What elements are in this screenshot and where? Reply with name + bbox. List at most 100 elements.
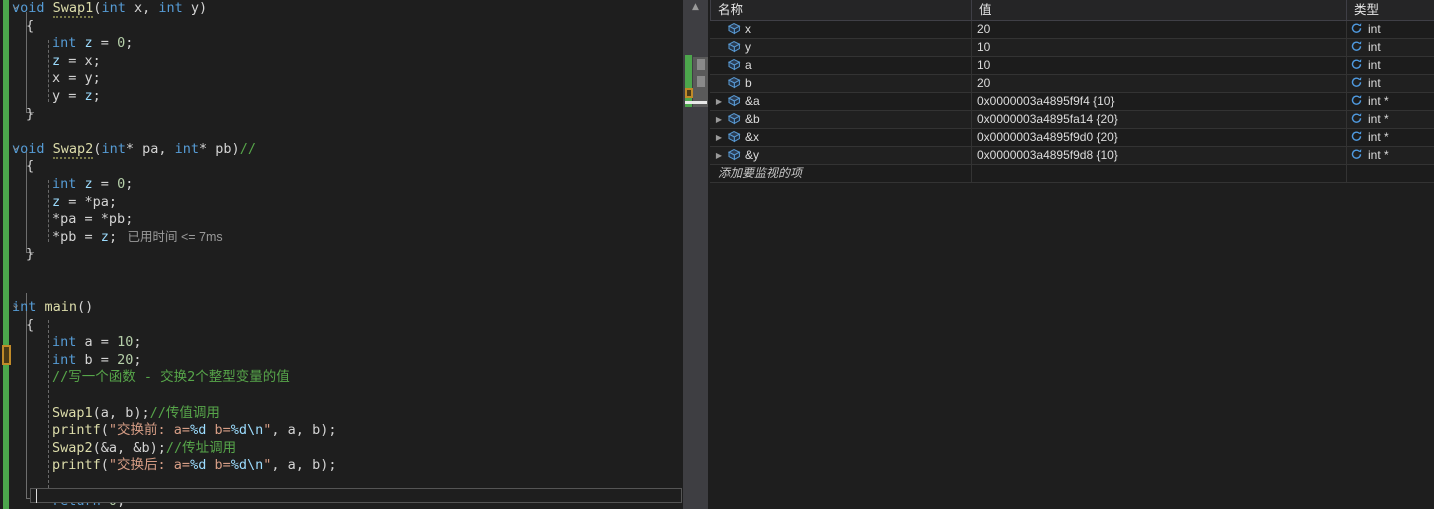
watch-row-value-cell[interactable]: 10 <box>972 39 1347 56</box>
refresh-icon[interactable] <box>1349 76 1365 89</box>
code-token: int <box>101 140 126 157</box>
watch-row[interactable]: ▶ &x 0x0000003a4895f9d0 {20} int * <box>710 129 1434 147</box>
code-token: ; <box>133 334 142 351</box>
watch-row[interactable]: ▶y10 int <box>710 39 1434 57</box>
watch-row-value-cell[interactable]: 20 <box>972 21 1347 38</box>
code-text[interactable]: ⌄ void Swap1(int x, int y){int z = 0; z = … <box>0 0 690 509</box>
refresh-icon[interactable] <box>1349 130 1365 143</box>
code-token: } <box>26 246 35 263</box>
column-header-type[interactable]: 类型 <box>1347 0 1433 20</box>
add-watch-row[interactable]: 添加要监视的项 <box>710 165 1434 183</box>
watch-row-value-cell[interactable]: 0x0000003a4895f9d8 {10} <box>972 147 1347 164</box>
scrollbar-grip-lower <box>697 76 705 87</box>
code-token: ( <box>100 457 109 474</box>
watch-row[interactable]: ▶a10 int <box>710 57 1434 75</box>
refresh-icon[interactable] <box>1349 94 1365 107</box>
refresh-icon[interactable] <box>1349 22 1365 35</box>
watch-row-name-cell[interactable]: ▶a <box>710 57 972 74</box>
collapse-chevron-icon[interactable]: ⌄ <box>11 0 22 12</box>
code-token: int <box>52 35 77 52</box>
code-line[interactable]: Swap1(a, b);//传值调用 <box>0 405 690 423</box>
watch-row-value-cell[interactable]: 0x0000003a4895fa14 {20} <box>972 111 1347 128</box>
code-line[interactable]: *pb = z; 已用时间 <= 7ms <box>0 229 690 247</box>
expand-arrow-icon[interactable]: ▶ <box>712 147 726 164</box>
code-token: ; <box>108 193 118 210</box>
code-line[interactable]: { <box>0 158 690 176</box>
code-line[interactable]: z = x; <box>0 53 690 71</box>
code-line[interactable]: } <box>0 246 690 264</box>
code-token: pa <box>60 211 77 228</box>
code-token: ); <box>133 404 150 421</box>
column-header-name[interactable]: 名称 <box>710 0 972 20</box>
watch-row-name-cell[interactable]: ▶ &y <box>710 147 972 164</box>
add-watch-value-cell[interactable] <box>972 165 1347 182</box>
code-token: z <box>84 35 93 52</box>
code-line[interactable]: ⌄ void Swap1(int x, int y) <box>0 0 690 18</box>
code-line[interactable]: y = z; <box>0 88 690 106</box>
watch-row-value-cell[interactable]: 20 <box>972 75 1347 92</box>
refresh-icon[interactable] <box>1349 58 1365 71</box>
expand-arrow-icon[interactable]: ▶ <box>712 129 726 146</box>
expand-arrow-icon[interactable]: ▶ <box>712 111 726 128</box>
code-line[interactable]: printf("交换前: a=%d b=%d\n", a, b); <box>0 422 690 440</box>
code-token: (& <box>92 439 109 456</box>
watch-row-type-cell: int <box>1347 21 1433 38</box>
code-line[interactable]: *pa = *pb; <box>0 211 690 229</box>
code-token: Swap1 <box>52 404 93 421</box>
watch-row-name-cell[interactable]: ▶y <box>710 39 972 56</box>
watch-row-name-cell[interactable]: ▶ &b <box>710 111 972 128</box>
watch-row[interactable]: ▶ &a 0x0000003a4895f9f4 {10} int * <box>710 93 1434 111</box>
watch-row-name-cell[interactable]: ▶ &a <box>710 93 972 110</box>
watch-row-name-cell[interactable]: ▶ &x <box>710 129 972 146</box>
code-line[interactable]: { <box>0 18 690 36</box>
code-token: ; <box>125 211 134 228</box>
watch-row[interactable]: ▶ &b 0x0000003a4895fa14 {20} int * <box>710 111 1434 129</box>
code-token: * <box>125 140 143 157</box>
collapse-chevron-icon[interactable]: ⌄ <box>11 298 22 311</box>
code-line[interactable] <box>0 264 690 282</box>
code-line[interactable]: int z = 0; <box>0 176 690 194</box>
editor-vertical-scrollbar[interactable]: ▲ <box>683 0 708 509</box>
collapse-chevron-icon[interactable]: ⌄ <box>11 140 22 153</box>
code-line[interactable]: int z = 0; <box>0 35 690 53</box>
elapsed-time-annotation: 已用时间 <= 7ms <box>117 229 223 244</box>
code-line[interactable]: printf("交换后: a=%d b=%d\n", a, b); <box>0 457 690 475</box>
code-line[interactable]: x = y; <box>0 70 690 88</box>
code-line[interactable] <box>0 123 690 141</box>
code-line[interactable] <box>0 387 690 405</box>
watch-variable-type: int * <box>1368 112 1389 127</box>
code-line[interactable]: } <box>0 106 690 124</box>
watch-row-value-cell[interactable]: 0x0000003a4895f9f4 {10} <box>972 93 1347 110</box>
code-line[interactable]: ⌄ int main() <box>0 298 690 317</box>
watch-variable-name: x <box>745 22 751 37</box>
watch-row[interactable]: ▶x20 int <box>710 21 1434 39</box>
code-line[interactable]: ⌄ void Swap2(int* pa, int* pb)// <box>0 140 690 159</box>
watch-row-name-cell[interactable]: ▶x <box>710 21 972 38</box>
add-watch-input[interactable]: 添加要监视的项 <box>710 165 972 182</box>
watch-row-name-cell[interactable]: ▶b <box>710 75 972 92</box>
code-token: } <box>26 105 35 122</box>
refresh-icon[interactable] <box>1349 148 1365 161</box>
watch-row[interactable]: ▶b20 int <box>710 75 1434 93</box>
watch-row-value-cell[interactable]: 0x0000003a4895f9d0 {20} <box>972 129 1347 146</box>
code-line[interactable] <box>0 282 690 300</box>
code-token: = * <box>60 193 93 210</box>
code-line[interactable]: z = *pa; <box>0 194 690 212</box>
refresh-icon[interactable] <box>1349 40 1365 53</box>
code-line[interactable]: Swap2(&a, &b);//传址调用 <box>0 440 690 458</box>
expand-arrow-icon[interactable]: ▶ <box>712 93 726 110</box>
code-line[interactable]: int b = 20; <box>0 352 690 370</box>
code-line[interactable]: int a = 10; <box>0 334 690 352</box>
watch-row[interactable]: ▶ &y 0x0000003a4895f9d8 {10} int * <box>710 147 1434 165</box>
scroll-up-arrow-icon[interactable]: ▲ <box>683 0 708 15</box>
column-header-value[interactable]: 值 <box>972 0 1347 20</box>
code-editor-pane[interactable]: ⌄ void Swap1(int x, int y){int z = 0; z = … <box>0 0 708 509</box>
watch-row-value-cell[interactable]: 10 <box>972 57 1347 74</box>
refresh-icon[interactable] <box>1349 112 1365 125</box>
code-line[interactable]: { <box>0 317 690 335</box>
code-line[interactable]: //写一个函数 - 交换2个整型变量的值 <box>0 369 690 387</box>
